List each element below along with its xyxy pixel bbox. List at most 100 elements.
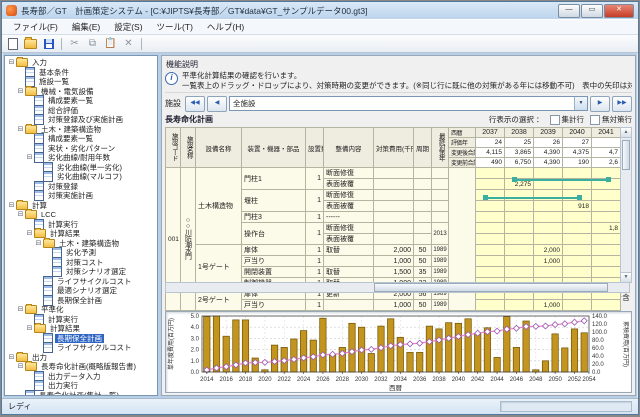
year-value-cell[interactable] [534, 201, 563, 212]
menu-item[interactable]: 編集(E) [65, 20, 107, 34]
tree-item[interactable]: 対策実施計画 [5, 191, 157, 201]
tree-item[interactable]: 長寿命化計画(集計一覧) [5, 391, 157, 397]
tree-item[interactable]: 最適シナリオ選定 [5, 286, 157, 296]
navigation-tree[interactable]: ⊟入力基本条件施設一覧⊟機械・電気設備構成要素一覧総合評価対策登録及び実施計画⊟… [4, 55, 158, 396]
tree-item[interactable]: 劣化予測 [5, 248, 157, 258]
year-value-cell[interactable] [592, 190, 621, 201]
year-value-cell[interactable] [563, 300, 592, 311]
year-value-cell[interactable] [476, 223, 505, 234]
open-file-button[interactable] [23, 37, 38, 50]
paste-button[interactable]: 📋 [103, 37, 118, 50]
tree-item[interactable]: ライフサイクルコスト [5, 343, 157, 353]
year-value-cell[interactable] [592, 212, 621, 223]
tree-item[interactable]: 実状・劣化パターン [5, 144, 157, 154]
expander-icon[interactable]: ⊟ [7, 201, 16, 210]
expander-icon[interactable]: ⊟ [25, 229, 34, 238]
scrollbar-thumb[interactable] [622, 140, 630, 170]
expander-icon[interactable]: ⊟ [34, 239, 43, 248]
year-value-cell[interactable] [563, 267, 592, 278]
tree-item[interactable]: ⊟機械・電気設備 [5, 87, 157, 97]
year-value-cell[interactable] [563, 256, 592, 267]
maximize-button[interactable]: ▭ [581, 4, 603, 18]
year-value-cell[interactable] [505, 300, 534, 311]
year-value-cell[interactable] [505, 256, 534, 267]
menu-item[interactable]: 設定(S) [107, 20, 149, 34]
first-facility-button[interactable]: ◀◀ [185, 96, 205, 112]
cut-button[interactable]: ✂ [67, 37, 82, 50]
tree-item[interactable]: ⊟長寿命化計画(概略版報告書) [5, 362, 157, 372]
tree-item[interactable]: 計算実行 [5, 220, 157, 230]
tree-item[interactable]: ライフサイクルコスト [5, 277, 157, 287]
chevron-down-icon[interactable]: ▼ [574, 97, 587, 110]
year-value-cell[interactable] [505, 223, 534, 234]
expander-icon[interactable]: ⊟ [7, 58, 16, 67]
expander-icon[interactable]: ⊟ [16, 125, 25, 134]
tree-item[interactable]: 構成要素一覧 [5, 96, 157, 106]
expander-icon[interactable]: ⊟ [7, 353, 16, 362]
title-bar[interactable]: 長寿部／GT 計画策定システム - [C:¥JIPTS¥長寿部／GT¥data¥… [2, 2, 638, 19]
tree-item[interactable]: ⊟土木・建築構造物 [5, 125, 157, 135]
menu-item[interactable]: ファイル(F) [6, 20, 65, 34]
copy-button[interactable]: ⧉ [85, 37, 100, 50]
scroll-up-icon[interactable]: ▲ [621, 128, 631, 138]
menu-item[interactable]: ツール(T) [150, 20, 200, 34]
year-value-cell[interactable] [534, 168, 563, 179]
year-value-cell[interactable] [563, 245, 592, 256]
year-value-cell[interactable]: 1,8 [592, 223, 621, 234]
tree-item[interactable]: ⊟LCC [5, 210, 157, 220]
measure-move-arrow[interactable] [514, 179, 609, 181]
facility-select[interactable]: 全施設 ▼ [229, 96, 588, 111]
tree-item[interactable]: 長期保全計画 [5, 334, 157, 344]
year-value-cell[interactable] [476, 168, 505, 179]
year-value-cell[interactable] [476, 212, 505, 223]
year-value-cell[interactable]: 918 [563, 201, 592, 212]
year-value-cell[interactable] [563, 168, 592, 179]
year-value-cell[interactable] [476, 256, 505, 267]
year-value-cell[interactable] [505, 168, 534, 179]
tree-item[interactable]: 劣化曲線(マルコフ) [5, 172, 157, 182]
year-value-cell[interactable] [592, 245, 621, 256]
close-button[interactable]: ✕ [604, 4, 634, 18]
delete-button[interactable]: ✕ [121, 37, 136, 50]
year-value-cell[interactable] [592, 256, 621, 267]
year-value-cell[interactable] [534, 223, 563, 234]
tree-item[interactable]: ⊟入力 [5, 58, 157, 68]
minimize-button[interactable]: — [558, 4, 580, 18]
year-value-cell[interactable] [534, 267, 563, 278]
year-value-cell[interactable] [476, 179, 505, 190]
last-facility-button[interactable]: ▶▶ [612, 96, 632, 112]
tree-item[interactable]: ⊟劣化曲線/耐用年数 [5, 153, 157, 163]
year-value-cell[interactable] [592, 300, 621, 311]
expander-icon[interactable]: ⊟ [16, 305, 25, 314]
expander-icon[interactable]: ⊟ [16, 362, 25, 371]
year-value-cell[interactable] [476, 245, 505, 256]
horizontal-scrollbar[interactable] [165, 282, 630, 293]
year-value-cell[interactable] [563, 212, 592, 223]
scrollbar-thumb[interactable] [374, 283, 608, 292]
year-value-cell[interactable] [592, 234, 621, 245]
new-file-button[interactable] [5, 37, 20, 50]
no-measure-row-checkbox[interactable]: 無対策行 [590, 114, 632, 125]
year-value-cell[interactable] [476, 201, 505, 212]
year-value-cell[interactable] [505, 245, 534, 256]
year-value-cell[interactable] [563, 223, 592, 234]
year-value-cell[interactable] [534, 234, 563, 245]
year-value-cell[interactable] [592, 201, 621, 212]
year-value-cell[interactable]: 1,000 [534, 300, 563, 311]
tree-item[interactable]: 対策コスト [5, 258, 157, 268]
expander-icon[interactable]: ⊟ [16, 210, 25, 219]
next-facility-button[interactable]: ▶ [590, 96, 610, 112]
tree-item[interactable]: 対策シナリオ選定 [5, 267, 157, 277]
expander-icon[interactable]: ⊟ [25, 324, 34, 333]
scroll-down-icon[interactable]: ▼ [621, 272, 631, 282]
year-value-cell[interactable] [505, 201, 534, 212]
tree-item[interactable]: 劣化曲線(単一劣化) [5, 163, 157, 173]
year-value-cell[interactable] [505, 212, 534, 223]
tree-item[interactable]: 計算実行 [5, 315, 157, 325]
tree-item[interactable]: 総合評価 [5, 106, 157, 116]
year-value-cell[interactable] [592, 267, 621, 278]
tree-item[interactable]: 対策登録 [5, 182, 157, 192]
tree-item[interactable]: 構成要素一覧 [5, 134, 157, 144]
prev-facility-button[interactable]: ◀ [207, 96, 227, 112]
menu-item[interactable]: ヘルプ(H) [200, 20, 251, 34]
